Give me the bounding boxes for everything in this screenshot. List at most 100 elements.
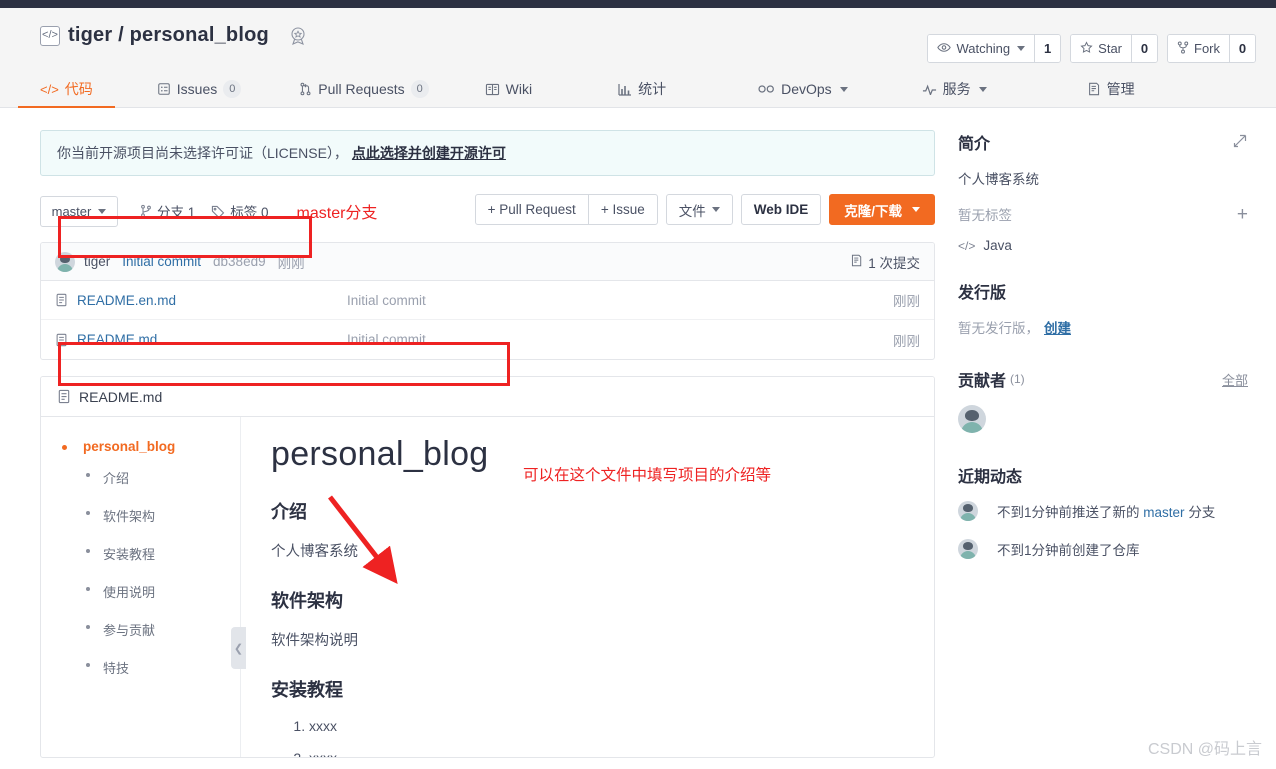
tab-statistics[interactable]: 统计	[618, 70, 666, 108]
readme-ordered-list: xxxx xxxx	[271, 718, 904, 757]
toc-item-label: 介绍	[103, 471, 130, 486]
pulse-icon	[922, 83, 937, 95]
toc-item-label: 软件架构	[103, 509, 156, 524]
watching-label: Watching	[956, 41, 1011, 56]
star-label: Star	[1098, 41, 1122, 56]
toolbar-right-actions: + Pull Request + Issue 文件 Web IDE 克隆/下载	[474, 194, 935, 225]
commit-message[interactable]: Initial commit	[122, 254, 201, 269]
tab-code-label: 代码	[64, 81, 93, 97]
avatar[interactable]	[958, 539, 978, 559]
repo-name-link[interactable]: personal_blog	[130, 24, 269, 46]
sidebar-create-release-link[interactable]: 创建	[1044, 317, 1071, 337]
tab-devops[interactable]: DevOps	[758, 70, 848, 108]
tab-pull-requests-count: 0	[410, 80, 429, 98]
branch-toolbar: master 分支 1 标签 0 master分支 + Pull Request…	[40, 194, 935, 228]
clone-download-button[interactable]: 克隆/下载	[829, 194, 935, 225]
star-count[interactable]: 0	[1131, 35, 1157, 62]
tab-statistics-label: 统计	[638, 81, 667, 97]
watching-count[interactable]: 1	[1034, 35, 1061, 62]
file-icon	[57, 389, 71, 404]
activity-suffix: 分支	[1188, 505, 1216, 520]
toc-item[interactable]: 特技	[83, 658, 240, 677]
sidebar-contributors-all-link[interactable]: 全部	[1222, 370, 1248, 389]
repo-header: </> tiger / personal_blog Watching 1 Sta…	[0, 8, 1276, 70]
issue-icon	[157, 82, 171, 96]
page-title: tiger / personal_blog	[68, 24, 269, 47]
sidebar-tags-row: 暂无标签 +	[958, 204, 1248, 224]
file-name[interactable]: README.en.md	[77, 293, 347, 308]
toc-item[interactable]: 介绍	[83, 468, 240, 487]
tab-pull-requests[interactable]: Pull Requests 0	[299, 70, 429, 108]
sidebar-language-row[interactable]: </> Java	[958, 238, 1248, 253]
chevron-down-icon	[98, 208, 107, 214]
toc-item-label: 使用说明	[103, 585, 156, 600]
activity-prefix: 不到1分钟前推送了新的	[997, 505, 1140, 520]
edit-pencil-icon[interactable]	[1232, 133, 1248, 152]
file-name[interactable]: README.md	[77, 332, 347, 347]
table-row[interactable]: README.en.md Initial commit 刚刚	[41, 281, 934, 320]
toc-collapse-handle[interactable]: ❮	[231, 627, 246, 669]
repo-title-block: </> tiger / personal_blog	[40, 24, 309, 47]
web-ide-button[interactable]: Web IDE	[740, 194, 822, 225]
file-table: tiger Initial commit db38ed9 刚刚 1 次提交 RE…	[40, 242, 935, 360]
sidebar-contributors-title-row: 贡献者 (1) 全部	[958, 367, 1248, 391]
tab-issues[interactable]: Issues 0	[157, 70, 242, 108]
toc-item-label: 参与贡献	[103, 623, 156, 638]
toc-item[interactable]: 参与贡献	[83, 620, 240, 639]
file-time: 刚刚	[893, 333, 920, 349]
code-icon: </>	[40, 81, 59, 97]
star-icon	[1080, 40, 1093, 57]
code-icon: </>	[958, 238, 976, 253]
toc-item[interactable]: 安装教程	[83, 544, 240, 563]
award-badge-icon[interactable]	[287, 25, 309, 47]
tab-services-label: 服务	[942, 81, 971, 97]
branch-icon	[140, 204, 152, 218]
fork-count[interactable]: 0	[1229, 35, 1255, 62]
repo-owner-link[interactable]: tiger	[68, 24, 112, 46]
tab-wiki[interactable]: Wiki	[485, 70, 532, 108]
readme-filename: README.md	[79, 388, 163, 405]
wiki-book-icon	[485, 83, 500, 96]
watching-button[interactable]: Watching 1	[927, 34, 1062, 63]
toc-item[interactable]: 软件架构	[83, 506, 240, 525]
toc-root-item[interactable]: personal_blog 介绍 软件架构 安装教程 使用说明 参与贡献 特技	[59, 439, 240, 677]
files-dropdown-button[interactable]: 文件	[665, 194, 733, 225]
commit-author[interactable]: tiger	[84, 254, 110, 269]
tab-issues-label: Issues	[176, 81, 218, 97]
plus-icon[interactable]: +	[1237, 205, 1248, 224]
sidebar-releases-title-row: 发行版	[958, 279, 1248, 303]
toc-item[interactable]: 使用说明	[83, 582, 240, 601]
commit-count[interactable]: 1 次提交	[850, 252, 920, 272]
table-row[interactable]: README.md Initial commit 刚刚	[41, 320, 934, 359]
sidebar-contributors-count: (1)	[1010, 372, 1025, 386]
new-issue-button[interactable]: + Issue	[587, 194, 658, 225]
commit-sha[interactable]: db38ed9	[213, 254, 266, 269]
branch-selector[interactable]: master	[40, 195, 118, 227]
readme-paragraph: 软件架构说明	[271, 633, 358, 649]
avatar[interactable]	[958, 501, 978, 521]
activity-prefix: 不到1分钟前创建了仓库	[997, 543, 1140, 558]
star-button[interactable]: Star 0	[1070, 34, 1158, 63]
branch-count[interactable]: 分支 1	[140, 201, 195, 221]
sidebar: 简介 个人博客系统 暂无标签 + </> Java 发行版 暂无发行版， 创建 …	[958, 130, 1248, 577]
top-dark-strip	[0, 0, 1276, 8]
tab-devops-label: DevOps	[781, 81, 832, 97]
sidebar-section-intro: 简介 个人博客系统 暂无标签 + </> Java	[958, 130, 1248, 253]
tab-services[interactable]: 服务	[922, 70, 987, 108]
license-create-link[interactable]: 点此选择并创建开源许可	[352, 143, 506, 163]
avatar[interactable]	[958, 405, 986, 433]
new-pull-request-button[interactable]: + Pull Request	[474, 194, 589, 225]
sidebar-section-activity: 近期动态 不到1分钟前推送了新的 master 分支 不到1分钟前创建了仓库	[958, 463, 1248, 559]
tab-manage[interactable]: 管理	[1087, 70, 1135, 108]
tab-code[interactable]: </> 代码	[18, 70, 115, 109]
chevron-down-icon	[839, 86, 848, 92]
annotation-branch-note: master分支	[296, 205, 378, 222]
chevron-down-icon	[1017, 46, 1026, 51]
sidebar-intro-description: 个人博客系统	[958, 172, 1039, 187]
tab-issues-count: 0	[223, 80, 242, 98]
fork-button[interactable]: Fork 0	[1167, 34, 1256, 63]
list-item: 不到1分钟前创建了仓库	[958, 539, 1248, 559]
main-area: 你当前开源项目尚未选择许可证（LICENSE）， 点此选择并创建开源许可 mas…	[0, 108, 1276, 769]
tag-count[interactable]: 标签 0	[211, 201, 269, 221]
activity-branch-link[interactable]: master	[1143, 505, 1184, 520]
